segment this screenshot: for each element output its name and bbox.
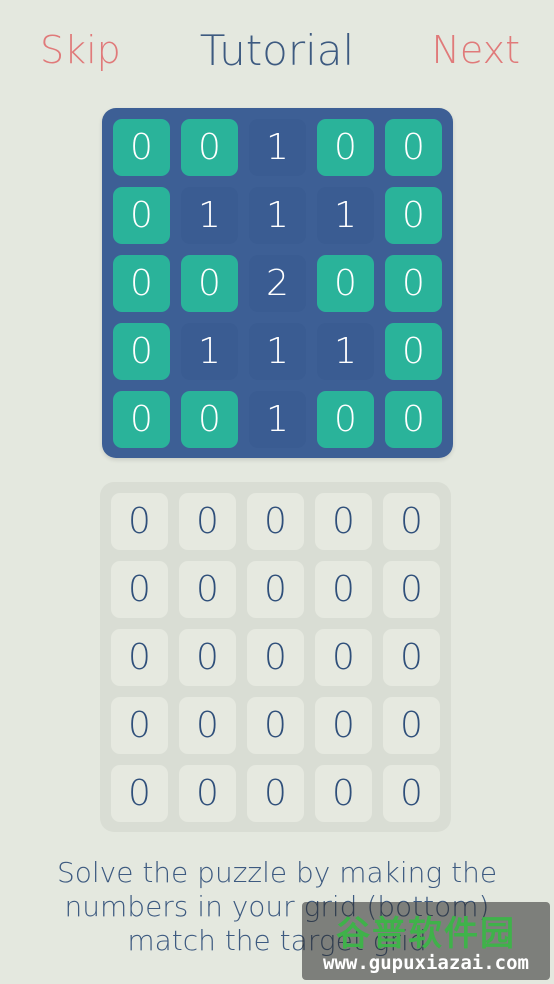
player-grid: 0000000000000000000000000 bbox=[100, 482, 451, 832]
target-cell-r3-c4: 0 bbox=[317, 255, 374, 312]
player-cell-r5-c1[interactable]: 0 bbox=[111, 765, 168, 822]
target-cell-r4-c3: 1 bbox=[249, 323, 306, 380]
player-cell-r2-c5[interactable]: 0 bbox=[383, 561, 440, 618]
target-cell-r5-c4: 0 bbox=[317, 391, 374, 448]
player-cell-r5-c2[interactable]: 0 bbox=[179, 765, 236, 822]
player-cell-r5-c5[interactable]: 0 bbox=[383, 765, 440, 822]
target-cell-r3-c3: 2 bbox=[249, 255, 306, 312]
player-cell-r3-c4[interactable]: 0 bbox=[315, 629, 372, 686]
target-cell-r5-c5: 0 bbox=[385, 391, 442, 448]
header-bar: Skip Tutorial Next bbox=[0, 0, 554, 100]
player-cell-r3-c5[interactable]: 0 bbox=[383, 629, 440, 686]
player-cell-r4-c3[interactable]: 0 bbox=[247, 697, 304, 754]
target-cell-r2-c5: 0 bbox=[385, 187, 442, 244]
player-cell-r4-c5[interactable]: 0 bbox=[383, 697, 440, 754]
player-cell-r5-c4[interactable]: 0 bbox=[315, 765, 372, 822]
player-cell-r3-c3[interactable]: 0 bbox=[247, 629, 304, 686]
player-cell-r1-c5[interactable]: 0 bbox=[383, 493, 440, 550]
target-cell-r1-c5: 0 bbox=[385, 119, 442, 176]
player-cell-r1-c2[interactable]: 0 bbox=[179, 493, 236, 550]
player-cell-r2-c2[interactable]: 0 bbox=[179, 561, 236, 618]
player-cell-r4-c1[interactable]: 0 bbox=[111, 697, 168, 754]
target-cell-r5-c3: 1 bbox=[249, 391, 306, 448]
target-cell-r5-c1: 0 bbox=[113, 391, 170, 448]
target-cell-r3-c2: 0 bbox=[181, 255, 238, 312]
target-cell-r4-c1: 0 bbox=[113, 323, 170, 380]
player-cell-r1-c3[interactable]: 0 bbox=[247, 493, 304, 550]
target-cell-r1-c4: 0 bbox=[317, 119, 374, 176]
player-cell-r2-c1[interactable]: 0 bbox=[111, 561, 168, 618]
player-cell-r2-c4[interactable]: 0 bbox=[315, 561, 372, 618]
watermark-logo: 谷普软件园 www.gupuxiazai.com bbox=[302, 902, 550, 980]
target-cell-r4-c5: 0 bbox=[385, 323, 442, 380]
target-cell-r1-c3: 1 bbox=[249, 119, 306, 176]
target-cell-r3-c1: 0 bbox=[113, 255, 170, 312]
player-cell-r3-c1[interactable]: 0 bbox=[111, 629, 168, 686]
next-button[interactable]: Next bbox=[431, 28, 520, 72]
target-cell-r4-c4: 1 bbox=[317, 323, 374, 380]
target-cell-r4-c2: 1 bbox=[181, 323, 238, 380]
target-grid: 0010001110002000111000100 bbox=[102, 108, 453, 458]
target-cell-r5-c2: 0 bbox=[181, 391, 238, 448]
player-cell-r3-c2[interactable]: 0 bbox=[179, 629, 236, 686]
target-cell-r1-c2: 0 bbox=[181, 119, 238, 176]
player-cell-r2-c3[interactable]: 0 bbox=[247, 561, 304, 618]
target-cell-r2-c2: 1 bbox=[181, 187, 238, 244]
watermark-brand: 谷普软件园 bbox=[336, 914, 516, 954]
target-cell-r1-c1: 0 bbox=[113, 119, 170, 176]
target-cell-r3-c5: 0 bbox=[385, 255, 442, 312]
player-cell-r5-c3[interactable]: 0 bbox=[247, 765, 304, 822]
player-cell-r1-c1[interactable]: 0 bbox=[111, 493, 168, 550]
watermark-url: www.gupuxiazai.com bbox=[323, 952, 529, 974]
target-cell-r2-c3: 1 bbox=[249, 187, 306, 244]
player-cell-r4-c4[interactable]: 0 bbox=[315, 697, 372, 754]
player-cell-r4-c2[interactable]: 0 bbox=[179, 697, 236, 754]
target-cell-r2-c1: 0 bbox=[113, 187, 170, 244]
player-cell-r1-c4[interactable]: 0 bbox=[315, 493, 372, 550]
target-cell-r2-c4: 1 bbox=[317, 187, 374, 244]
